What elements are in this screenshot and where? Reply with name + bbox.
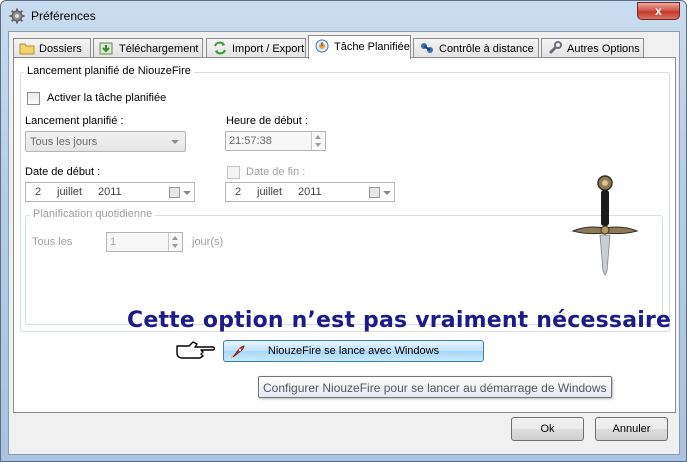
tab-dossiers[interactable]: Dossiers — [13, 38, 91, 58]
calendar-icon[interactable] — [169, 187, 180, 198]
start-time-label: Heure de début : — [226, 115, 308, 127]
tab-label: Contrôle à distance — [439, 43, 534, 55]
tab-import-export[interactable]: Import / Export — [206, 38, 306, 58]
sword-image — [571, 175, 639, 276]
tooltip: Configurer NiouzeFire pour se lancer au … — [258, 376, 612, 398]
tab-telechargement[interactable]: Téléchargement — [93, 38, 203, 58]
window-title: Préférences — [31, 9, 96, 23]
wrench-icon — [548, 41, 562, 55]
end-date-year: 2011 — [298, 186, 322, 198]
launch-mode-select[interactable]: Tous les jours — [25, 131, 186, 152]
chevron-down-icon — [171, 140, 179, 144]
tab-label: Téléchargement — [119, 43, 199, 55]
cancel-button[interactable]: Annuler — [595, 417, 668, 441]
ok-label: Ok — [540, 423, 555, 435]
start-time-field[interactable]: 21:57:38 — [225, 131, 326, 151]
title-bar[interactable]: Préférences x — [1, 1, 686, 31]
tab-controle-a-distance[interactable]: Contrôle à distance — [413, 38, 539, 58]
start-date-day: 2 — [35, 186, 42, 198]
calendar-icon[interactable] — [369, 187, 380, 198]
every-label: Tous les — [32, 236, 73, 248]
launch-with-windows-button[interactable]: NiouzeFire se lance avec Windows — [223, 340, 484, 362]
activate-task-checkbox[interactable] — [27, 92, 40, 105]
daily-schedule-title: Planification quotidienne — [30, 208, 156, 220]
spin-down-icon[interactable] — [315, 143, 321, 147]
gear-icon — [9, 8, 25, 24]
end-date-checkbox[interactable] — [227, 166, 240, 179]
end-date-label: Date de fin : — [246, 166, 306, 178]
activate-task-label: Activer la tâche planifiée — [47, 92, 167, 104]
folder-icon — [19, 43, 35, 55]
end-date-picker[interactable]: 2 juillet 2011 — [225, 182, 395, 202]
annotation-text: Cette option n’est pas vraiment nécessai… — [127, 308, 672, 333]
close-icon: x — [655, 4, 662, 18]
tab-tache-planifiee[interactable]: Tâche Planifiée — [308, 35, 411, 59]
start-date-label: Date de début : — [25, 166, 101, 178]
tab-label: Tâche Planifiée — [334, 41, 410, 53]
every-unit-label: jour(s) — [192, 236, 224, 248]
scheduler-group-title: Lancement planifié de NiouzeFire — [24, 65, 194, 77]
pointing-hand-icon — [176, 341, 216, 359]
spin-up-icon[interactable] — [172, 236, 178, 240]
chevron-down-icon[interactable] — [383, 191, 391, 195]
start-date-year: 2011 — [98, 186, 122, 198]
preferences-window: Préférences x Dossiers Téléchargement Im… — [0, 0, 687, 462]
every-days-spinner[interactable] — [168, 233, 182, 251]
remote-control-icon — [421, 43, 433, 53]
start-date-picker[interactable]: 2 juillet 2011 — [25, 182, 195, 202]
launch-mode-label: Lancement planifié : — [25, 115, 124, 127]
tab-label: Import / Export — [232, 43, 305, 55]
every-days-field[interactable]: 1 — [106, 232, 183, 252]
tab-label: Dossiers — [39, 43, 82, 55]
start-time-spinner[interactable] — [311, 132, 325, 150]
chevron-down-icon[interactable] — [183, 191, 191, 195]
start-time-value: 21:57:38 — [229, 135, 272, 147]
end-date-month: juillet — [257, 186, 283, 198]
launch-mode-value: Tous les jours — [30, 136, 98, 148]
cancel-label: Annuler — [612, 423, 651, 435]
spin-up-icon[interactable] — [315, 135, 321, 139]
launch-with-windows-label: NiouzeFire se lance avec Windows — [267, 345, 440, 357]
import-export-icon — [214, 41, 226, 55]
tab-label: Autres Options — [567, 43, 640, 55]
end-date-day: 2 — [235, 186, 242, 198]
start-date-month: juillet — [57, 186, 83, 198]
download-icon — [99, 42, 113, 55]
close-button[interactable]: x — [637, 2, 680, 20]
scheduled-task-icon — [315, 39, 329, 53]
ok-button[interactable]: Ok — [511, 417, 584, 441]
spin-down-icon[interactable] — [172, 244, 178, 248]
every-days-value: 1 — [110, 236, 117, 248]
tab-autres-options[interactable]: Autres Options — [541, 38, 644, 58]
